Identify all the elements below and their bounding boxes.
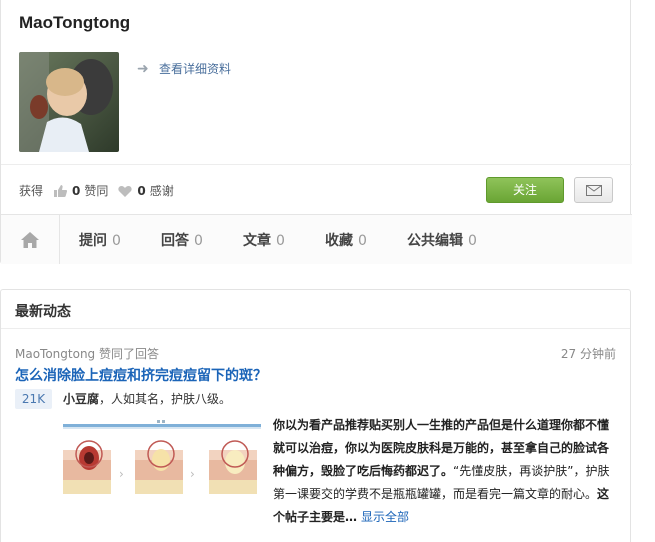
tab-questions-count: 0 bbox=[112, 233, 121, 249]
thanks-count: 0 bbox=[137, 183, 146, 198]
tab-answers-count: 0 bbox=[194, 233, 203, 249]
arrow-right-icon: ➜ bbox=[137, 60, 149, 77]
tab-public-edits[interactable]: 公共编辑 0 bbox=[407, 230, 477, 250]
divider bbox=[1, 328, 630, 329]
tab-public-edits-label: 公共编辑 bbox=[407, 233, 463, 249]
tab-articles[interactable]: 文章 0 bbox=[243, 230, 285, 250]
author-name[interactable]: 小豆腐 bbox=[63, 392, 99, 406]
profile-name[interactable]: MaoTongtong bbox=[19, 13, 130, 33]
heart-icon bbox=[118, 185, 133, 197]
view-profile-label: 查看详细资料 bbox=[159, 62, 232, 76]
thanks-label: 感谢 bbox=[149, 184, 174, 198]
feed-meta: MaoTongtong 赞同了回答 bbox=[15, 347, 159, 361]
tab-collections-count: 0 bbox=[358, 233, 367, 249]
question-title-link[interactable]: 怎么消除脸上痘痘和挤完痘痘留下的斑？ bbox=[15, 365, 267, 385]
profile-card: MaoTongtong ➜ 查看详细资料 获得 0 赞同 0 感谢 关注 提问 … bbox=[0, 0, 632, 264]
section-title: 最新动态 bbox=[15, 304, 71, 320]
stats: 获得 0 赞同 0 感谢 bbox=[19, 182, 174, 199]
tab-articles-count: 0 bbox=[276, 233, 285, 249]
answer-excerpt: 你以为看产品推荐贴买别人一生推的产品但是什么道理你都不懂就可以治痘，你以为医院皮… bbox=[273, 414, 615, 529]
follow-button[interactable]: 关注 bbox=[486, 177, 564, 203]
tab-public-edits-count: 0 bbox=[468, 233, 477, 249]
stats-get-label: 获得 bbox=[19, 184, 44, 198]
svg-text:›: › bbox=[119, 467, 124, 481]
tab-answers[interactable]: 回答 0 bbox=[161, 230, 203, 250]
tab-articles-label: 文章 bbox=[243, 233, 271, 249]
tab-home[interactable] bbox=[1, 215, 60, 264]
tab-questions-label: 提问 bbox=[79, 233, 107, 249]
answer-author: 小豆腐，人如其名，护肤八级。 bbox=[63, 390, 231, 407]
svg-text:›: › bbox=[190, 467, 195, 481]
feed-time: 27 分钟前 bbox=[560, 347, 616, 361]
tab-questions[interactable]: 提问 0 bbox=[79, 230, 121, 250]
skin-diagram-2 bbox=[135, 440, 183, 494]
show-all-link[interactable]: 显示全部 bbox=[361, 510, 409, 524]
profile-tabs: 提问 0 回答 0 文章 0 收藏 0 公共编辑 0 bbox=[1, 214, 632, 264]
upvote-count: 0 bbox=[72, 183, 81, 198]
skin-diagram-3 bbox=[209, 440, 257, 494]
activity-card: 最新动态 MaoTongtong 赞同了回答 27 分钟前 怎么消除脸上痘痘和挤… bbox=[0, 289, 631, 542]
mail-icon bbox=[585, 184, 602, 196]
tab-collections[interactable]: 收藏 0 bbox=[325, 230, 367, 250]
tab-collections-label: 收藏 bbox=[325, 233, 353, 249]
author-bio: ，人如其名，护肤八级。 bbox=[99, 392, 232, 406]
skin-diagram-1 bbox=[63, 440, 111, 494]
view-profile-link[interactable]: ➜ 查看详细资料 bbox=[137, 60, 231, 77]
avatar[interactable] bbox=[19, 52, 119, 152]
stats-row: 获得 0 赞同 0 感谢 关注 bbox=[1, 164, 632, 214]
home-icon bbox=[21, 231, 39, 248]
tab-answers-label: 回答 bbox=[161, 233, 189, 249]
vote-count-badge[interactable]: 21K bbox=[15, 389, 52, 409]
upvote-label: 赞同 bbox=[84, 184, 109, 198]
thumb-up-icon bbox=[54, 184, 68, 197]
answer-thumbnail[interactable]: › › bbox=[59, 420, 267, 506]
message-button[interactable] bbox=[574, 177, 613, 203]
scrollbar-track[interactable] bbox=[646, 0, 655, 542]
